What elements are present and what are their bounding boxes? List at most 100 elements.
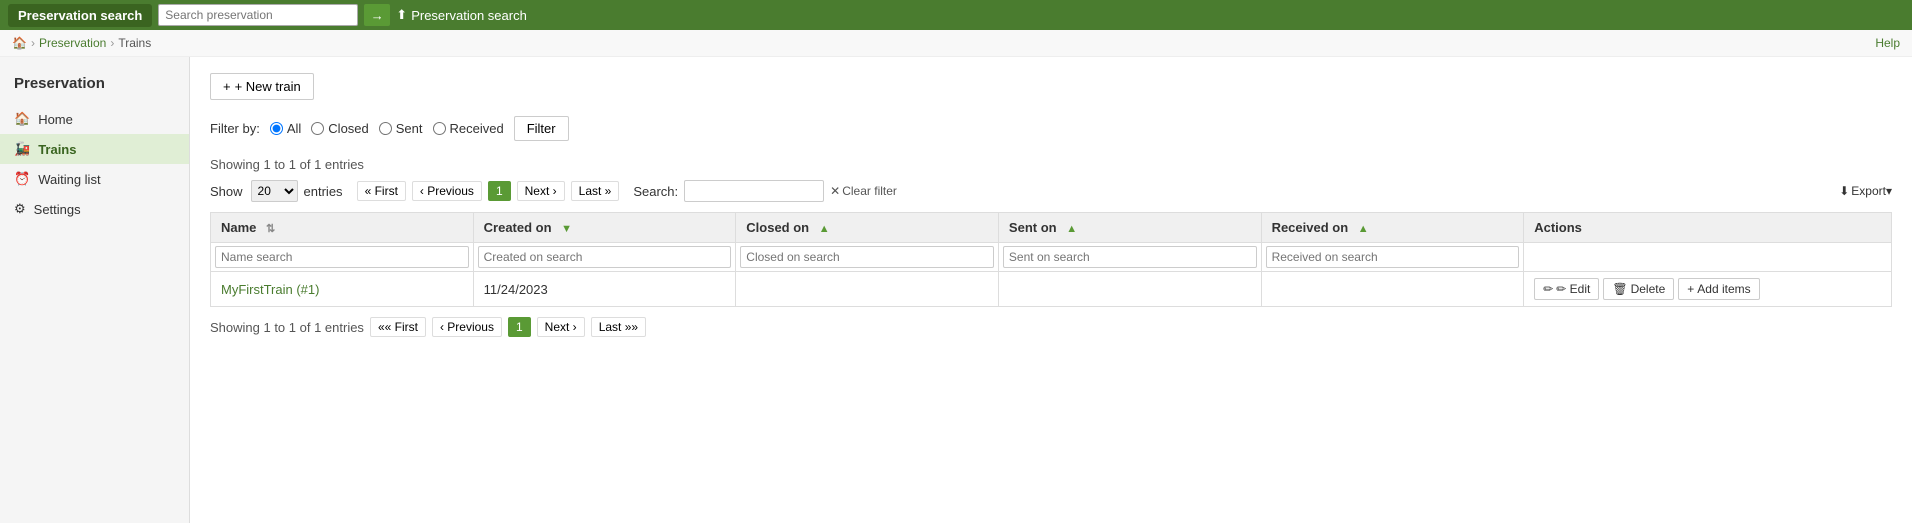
data-table: Name ⇅ Created on ▼ Closed on ▲ Sent on …	[210, 212, 1892, 307]
first-page-button[interactable]: « First	[357, 181, 406, 201]
entries-select[interactable]: 10 20 50 100	[251, 180, 298, 202]
sidebar-item-settings-label: Settings	[34, 202, 81, 217]
breadcrumb-home[interactable]: 🏠	[12, 36, 27, 50]
breadcrumb-preservation[interactable]: Preservation	[39, 36, 106, 50]
sidebar: Preservation 🏠 Home 🚂 Trains ⏰ Waiting l…	[0, 57, 190, 523]
received-on-search-cell	[1261, 243, 1524, 272]
main-content: + + New train Filter by: All Closed Sent	[190, 57, 1912, 523]
name-search-input[interactable]	[215, 246, 469, 268]
sidebar-item-waiting-list-label: Waiting list	[38, 172, 100, 187]
received-on-sort-icon: ▲	[1358, 223, 1369, 235]
breadcrumb-sep-1: ›	[31, 36, 35, 50]
actions-search-cell	[1524, 243, 1892, 272]
breadcrumb-sep-2: ›	[110, 36, 114, 50]
row-closed-on-cell	[736, 272, 999, 307]
trash-icon: 🗑	[1612, 282, 1627, 296]
bottom-current-page[interactable]: 1	[508, 317, 531, 337]
bottom-showing-text: Showing 1 to 1 of 1 entries	[210, 320, 364, 335]
created-on-sort-icon: ▼	[561, 223, 572, 235]
filter-sent-option[interactable]: Sent	[379, 121, 423, 136]
edit-label: ✏ Edit	[1556, 282, 1590, 296]
plus-icon: +	[223, 79, 231, 94]
bottom-first-button[interactable]: «« First	[370, 317, 426, 337]
sidebar-item-trains[interactable]: 🚂 Trains	[0, 134, 189, 164]
bottom-showing: Showing 1 to 1 of 1 entries «« First ‹ P…	[210, 317, 1892, 337]
name-search-cell	[211, 243, 474, 272]
top-bar: Preservation search → ⬆ Preservation sea…	[0, 0, 1912, 30]
help-link[interactable]: Help	[1875, 36, 1900, 50]
closed-on-search-input[interactable]	[740, 246, 994, 268]
breadcrumb-current: Trains	[118, 36, 151, 50]
sidebar-item-home-label: Home	[38, 112, 73, 127]
sidebar-item-home[interactable]: 🏠 Home	[0, 104, 189, 134]
col-received-on[interactable]: Received on ▲	[1261, 213, 1524, 243]
closed-on-sort-icon: ▲	[819, 223, 830, 235]
filter-closed-option[interactable]: Closed	[311, 121, 368, 136]
name-sort-icon: ⇅	[266, 223, 275, 235]
search-go-button[interactable]: →	[364, 4, 390, 26]
preservation-search-nav-link[interactable]: ⬆ Preservation search	[396, 7, 527, 23]
delete-button[interactable]: 🗑 Delete	[1603, 278, 1674, 300]
filter-all-option[interactable]: All	[270, 121, 301, 136]
filter-button[interactable]: Filter	[514, 116, 569, 141]
col-closed-on[interactable]: Closed on ▲	[736, 213, 999, 243]
row-actions-cell: ✏ ✏ Edit 🗑 Delete + Add items	[1524, 272, 1892, 307]
filter-sent-radio[interactable]	[379, 122, 392, 135]
sidebar-item-settings[interactable]: ⚙ Settings	[0, 194, 189, 224]
upload-icon: ⬆	[396, 7, 407, 23]
filter-all-radio[interactable]	[270, 122, 283, 135]
new-train-button[interactable]: + + New train	[210, 73, 314, 100]
col-actions: Actions	[1524, 213, 1892, 243]
bottom-prev-button[interactable]: ‹ Previous	[432, 317, 502, 337]
sidebar-item-trains-label: Trains	[38, 142, 76, 157]
next-page-button[interactable]: Next ›	[517, 181, 565, 201]
clear-filter-button[interactable]: ✕ Clear filter	[830, 184, 897, 198]
created-on-search-input[interactable]	[478, 246, 732, 268]
table-search-input[interactable]	[684, 180, 824, 202]
show-label: Show	[210, 184, 243, 199]
col-created-on[interactable]: Created on ▼	[473, 213, 736, 243]
waiting-list-icon: ⏰	[14, 171, 30, 187]
row-created-on-cell: 11/24/2023	[473, 272, 736, 307]
entries-label: entries	[304, 184, 343, 199]
bottom-next-button[interactable]: Next ›	[537, 317, 585, 337]
sent-on-sort-icon: ▲	[1066, 223, 1077, 235]
breadcrumb: 🏠 › Preservation › Trains Help	[0, 30, 1912, 57]
received-on-search-input[interactable]	[1266, 246, 1520, 268]
table-row: MyFirstTrain (#1) 11/24/2023 ✏ ✏ Edit	[211, 272, 1892, 307]
row-name-cell: MyFirstTrain (#1)	[211, 272, 474, 307]
sent-on-search-cell	[998, 243, 1261, 272]
col-sent-on[interactable]: Sent on ▲	[998, 213, 1261, 243]
export-button[interactable]: ⬇ Export▾	[1839, 184, 1892, 198]
filter-closed-radio[interactable]	[311, 122, 324, 135]
filter-bar: Filter by: All Closed Sent Received	[210, 116, 1892, 141]
bottom-last-button[interactable]: Last »»	[591, 317, 646, 337]
pencil-icon: ✏	[1543, 282, 1553, 296]
edit-button[interactable]: ✏ ✏ Edit	[1534, 278, 1599, 300]
x-icon: ✕	[830, 184, 840, 198]
current-page-button[interactable]: 1	[488, 181, 511, 201]
search-preservation-input[interactable]	[158, 4, 358, 26]
filter-by-label: Filter by:	[210, 121, 260, 136]
table-search-row	[211, 243, 1892, 272]
clear-filter-label: Clear filter	[842, 184, 897, 198]
sidebar-item-waiting-list[interactable]: ⏰ Waiting list	[0, 164, 189, 194]
row-received-on-cell	[1261, 272, 1524, 307]
arrow-right-icon: →	[371, 8, 384, 23]
add-items-label: Add items	[1697, 282, 1750, 296]
brand-label: Preservation search	[8, 4, 152, 27]
sidebar-title: Preservation	[0, 67, 189, 104]
row-name-link[interactable]: MyFirstTrain (#1)	[221, 282, 319, 297]
add-items-button[interactable]: + Add items	[1678, 278, 1759, 300]
col-name[interactable]: Name ⇅	[211, 213, 474, 243]
prev-page-button[interactable]: ‹ Previous	[412, 181, 482, 201]
sent-on-search-input[interactable]	[1003, 246, 1257, 268]
filter-received-option[interactable]: Received	[433, 121, 504, 136]
actions-cell: ✏ ✏ Edit 🗑 Delete + Add items	[1534, 278, 1881, 300]
download-icon: ⬇	[1839, 184, 1849, 198]
closed-on-search-cell	[736, 243, 999, 272]
table-header-row: Name ⇅ Created on ▼ Closed on ▲ Sent on …	[211, 213, 1892, 243]
last-page-button[interactable]: Last »	[571, 181, 620, 201]
filter-received-radio[interactable]	[433, 122, 446, 135]
home-icon: 🏠	[14, 111, 30, 127]
